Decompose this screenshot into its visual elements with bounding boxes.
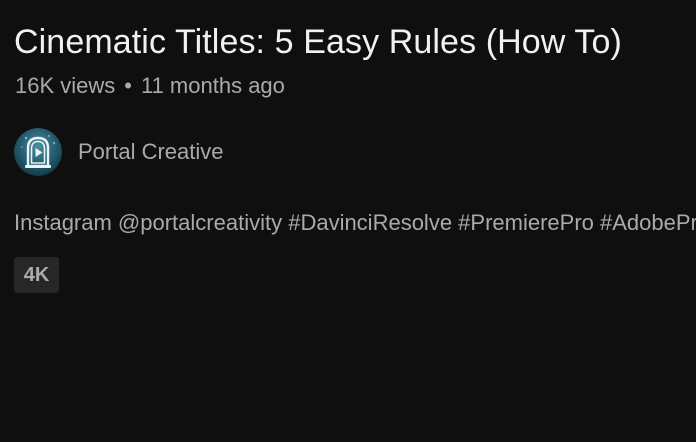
meta-separator: •	[124, 73, 132, 98]
channel-avatar[interactable]	[14, 128, 62, 176]
video-description-snippet: Instagram @portalcreativity #DavinciReso…	[14, 210, 696, 235]
quality-badge-4k: 4K	[14, 257, 59, 293]
view-count: 16K views	[15, 73, 116, 98]
video-title[interactable]: Cinematic Titles: 5 Easy Rules (How To)	[14, 20, 622, 64]
channel-link[interactable]: Portal Creative	[14, 128, 224, 176]
upload-age: 11 months ago	[140, 73, 285, 98]
video-result-panel: Cinematic Titles: 5 Easy Rules (How To) …	[0, 0, 696, 442]
channel-name[interactable]: Portal Creative	[78, 139, 224, 165]
video-metadata: 16K views • 11 months ago	[15, 72, 285, 100]
portal-door-logo-icon	[14, 128, 62, 176]
